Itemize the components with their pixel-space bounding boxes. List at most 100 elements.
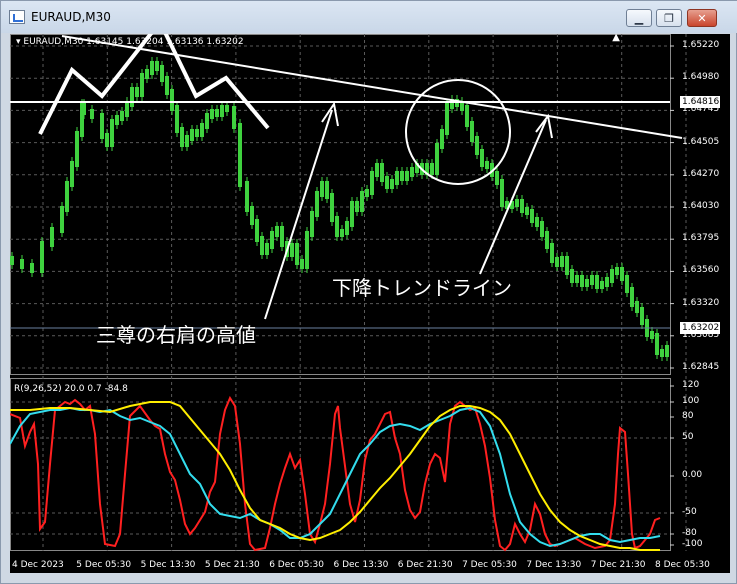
time-tick-label: 7 Dec 05:30 — [462, 560, 517, 570]
time-tick-label: 5 Dec 13:30 — [140, 560, 196, 570]
oscillator-cyan-line — [10, 406, 661, 548]
candle-body — [385, 176, 389, 189]
candle-body — [550, 243, 554, 263]
candle-body — [310, 211, 314, 237]
candle-body — [475, 136, 479, 155]
candle-body — [180, 127, 184, 147]
candle-body — [130, 87, 134, 107]
candle-body — [485, 161, 489, 169]
candle-body — [440, 129, 444, 149]
price-tick-label: 1.65220 — [682, 40, 720, 50]
indicator-pane-label: R(9,26,52) 20.0 0.7 -84.8 — [14, 384, 128, 394]
price-tick-label: 1.63795 — [682, 233, 720, 244]
minimize-icon: ▁ — [634, 11, 644, 25]
chart-window: EURAUD,M30 ▁ ❐ ✕ ▾ EURAUD,M30 1.63145 1.… — [0, 0, 737, 584]
window-title: EURAUD,M30 — [31, 10, 111, 24]
candle-body — [110, 119, 114, 147]
candle-body — [535, 217, 539, 227]
candle-body — [40, 241, 44, 273]
candle-body — [115, 115, 119, 125]
candle-body — [90, 109, 94, 119]
candle-body — [335, 216, 339, 237]
close-button[interactable]: ✕ — [687, 9, 717, 27]
candle-body — [260, 236, 264, 255]
candle-body — [590, 275, 594, 285]
candle-body — [620, 267, 624, 281]
chart-window-icon — [9, 10, 25, 24]
candle-body — [150, 61, 154, 75]
time-tick-label: 6 Dec 05:30 — [269, 560, 324, 570]
candle-body — [560, 256, 564, 267]
indicator-tick-label: -50 — [682, 507, 697, 517]
candle-body — [555, 257, 559, 267]
candle-body — [220, 105, 224, 117]
indicator-tick-label: -80 — [682, 528, 697, 538]
candle-body — [250, 206, 254, 225]
indicator-tick-label: 100 — [682, 396, 700, 406]
candle-body — [390, 179, 394, 189]
candle-body — [630, 287, 634, 307]
candle-body — [365, 189, 369, 197]
price-tick-label: 1.64030 — [682, 201, 720, 211]
candle-body — [155, 61, 159, 71]
candle-body — [640, 307, 644, 325]
candle-body — [495, 171, 499, 185]
price-tick-label: 1.62845 — [682, 362, 720, 372]
candle-body — [300, 259, 304, 269]
candle-body — [650, 331, 654, 339]
pane-marker-icon: ▲ — [612, 32, 620, 43]
candle-body — [315, 191, 319, 217]
time-tick-label: 8 Dec 05:30 — [655, 560, 710, 570]
candle-body — [305, 231, 309, 269]
candle-body — [610, 269, 614, 283]
candle-body — [245, 181, 249, 212]
indicator-tick-label: 0.00 — [682, 470, 703, 480]
title-bar[interactable]: EURAUD,M30 ▁ ❐ ✕ — [1, 1, 737, 33]
candle-body — [125, 101, 129, 117]
candle-body — [265, 243, 269, 255]
price-pane-label: ▾ EURAUD,M30 1.63145 1.63204 1.63136 1.6… — [16, 37, 244, 47]
chart-area[interactable]: ▾ EURAUD,M30 1.63145 1.63204 1.63136 1.6… — [10, 32, 730, 573]
candle-body — [105, 133, 109, 147]
time-tick-label: 6 Dec 13:30 — [333, 560, 389, 570]
minimize-button[interactable]: ▁ — [626, 9, 652, 27]
candle-body — [30, 263, 34, 273]
close-icon: ✕ — [697, 11, 707, 25]
indicator-tick-label: 80 — [682, 411, 694, 421]
descending-trendline — [61, 35, 683, 139]
candle-body — [205, 113, 209, 129]
candle-body — [140, 73, 144, 97]
candle-body — [20, 259, 24, 269]
candle-body — [615, 267, 619, 275]
candle-body — [410, 167, 414, 177]
candle-body — [660, 349, 664, 357]
price-tick-label: 1.63320 — [682, 297, 720, 308]
time-tick-label: 5 Dec 21:30 — [204, 560, 260, 570]
time-tick-label: 6 Dec 21:30 — [397, 560, 453, 570]
candle-body — [350, 201, 354, 227]
candle-body — [565, 256, 569, 275]
candle-body — [520, 199, 524, 213]
candle-body — [570, 269, 574, 283]
price-tick-label: 1.64980 — [682, 72, 720, 83]
candle-body — [330, 193, 334, 222]
price-tick-label: 1.64270 — [682, 168, 720, 179]
candle-body — [320, 181, 324, 197]
candle-body — [75, 131, 79, 167]
candle-body — [60, 206, 64, 233]
current-price-tag: 1.63202 — [680, 322, 720, 334]
candle-body — [580, 275, 584, 287]
candle-body — [585, 279, 589, 287]
candle-body — [135, 87, 139, 97]
indicator-tick-label: 120 — [682, 380, 700, 390]
time-tick-label: 4 Dec 2023 — [12, 560, 64, 570]
candle-body — [575, 275, 579, 283]
candle-body — [605, 277, 609, 287]
horizontal-line-price-tag: 1.64816 — [680, 96, 720, 108]
candle-body — [470, 121, 474, 142]
chart-canvas[interactable] — [10, 34, 730, 573]
candle-body — [435, 143, 439, 175]
candle-body — [655, 333, 659, 355]
restore-button[interactable]: ❐ — [656, 9, 682, 27]
candle-body — [370, 171, 374, 195]
